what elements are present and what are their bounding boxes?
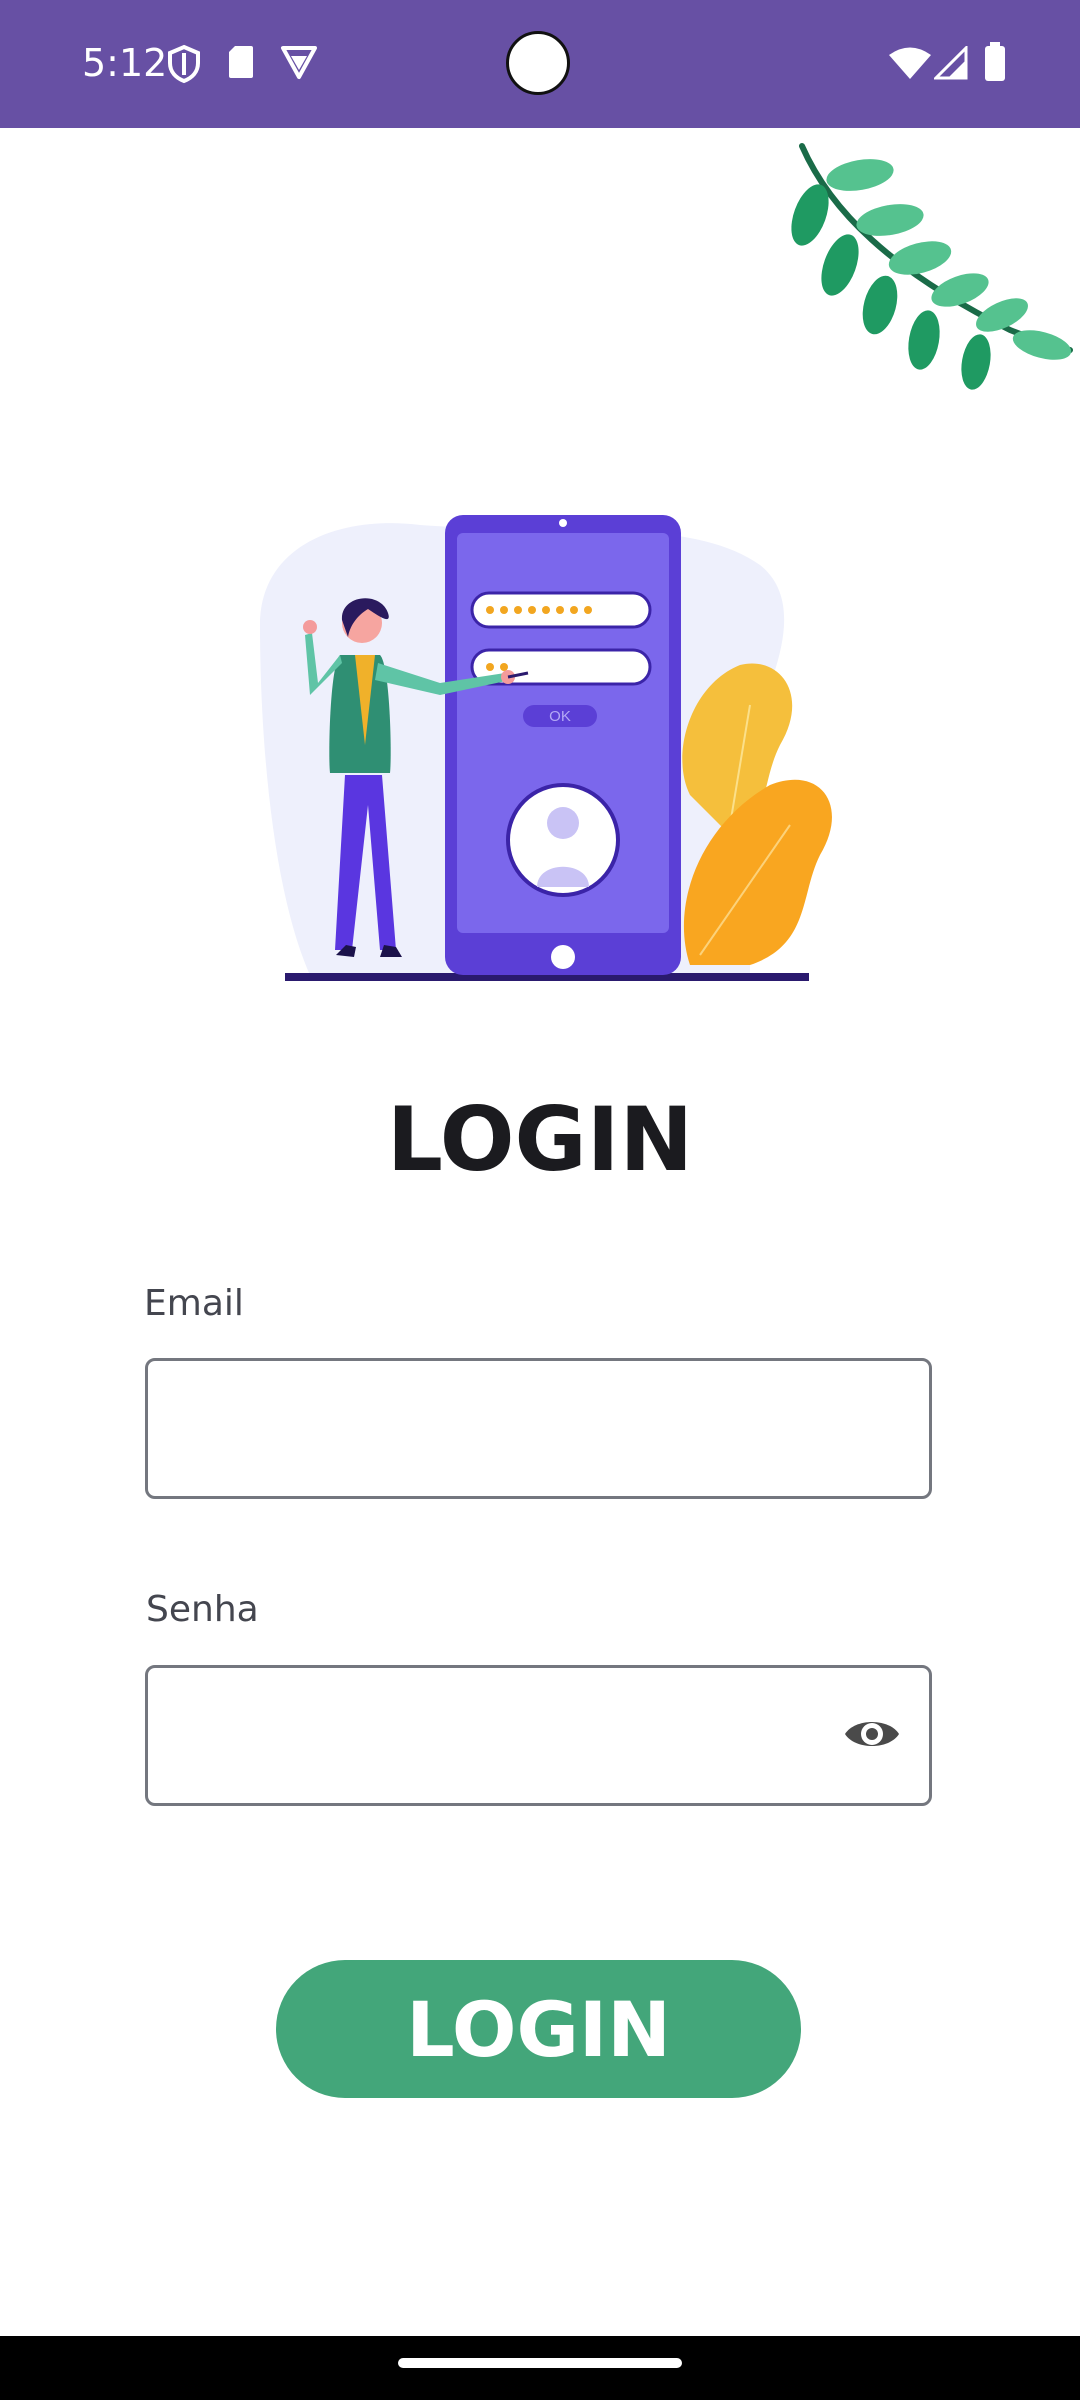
leaf-branch-decoration bbox=[791, 143, 1073, 390]
login-illustration: OK bbox=[260, 515, 832, 981]
login-button[interactable]: LOGIN bbox=[276, 1960, 801, 2098]
phone-ok-label: OK bbox=[549, 708, 571, 725]
eye-icon[interactable] bbox=[843, 1712, 901, 1756]
signal-icon bbox=[934, 46, 968, 80]
sd-card-icon bbox=[229, 46, 253, 78]
vpn-icon bbox=[281, 46, 317, 79]
email-field-container bbox=[145, 1358, 932, 1499]
page-title: LOGIN bbox=[386, 1088, 694, 1191]
password-input[interactable] bbox=[148, 1668, 929, 1803]
email-input[interactable] bbox=[148, 1361, 929, 1496]
status-time: 5:12 bbox=[82, 41, 168, 85]
camera-cutout bbox=[506, 31, 570, 95]
status-bar: 5:12 bbox=[0, 0, 1080, 128]
email-label: Email bbox=[144, 1283, 244, 1324]
password-label: Senha bbox=[146, 1589, 259, 1630]
home-gesture-handle[interactable] bbox=[398, 2358, 682, 2368]
shield-icon bbox=[168, 44, 200, 84]
battery-icon bbox=[985, 42, 1005, 81]
navigation-bar bbox=[0, 2336, 1080, 2400]
password-field-container bbox=[145, 1665, 932, 1806]
wifi-icon bbox=[889, 47, 931, 79]
